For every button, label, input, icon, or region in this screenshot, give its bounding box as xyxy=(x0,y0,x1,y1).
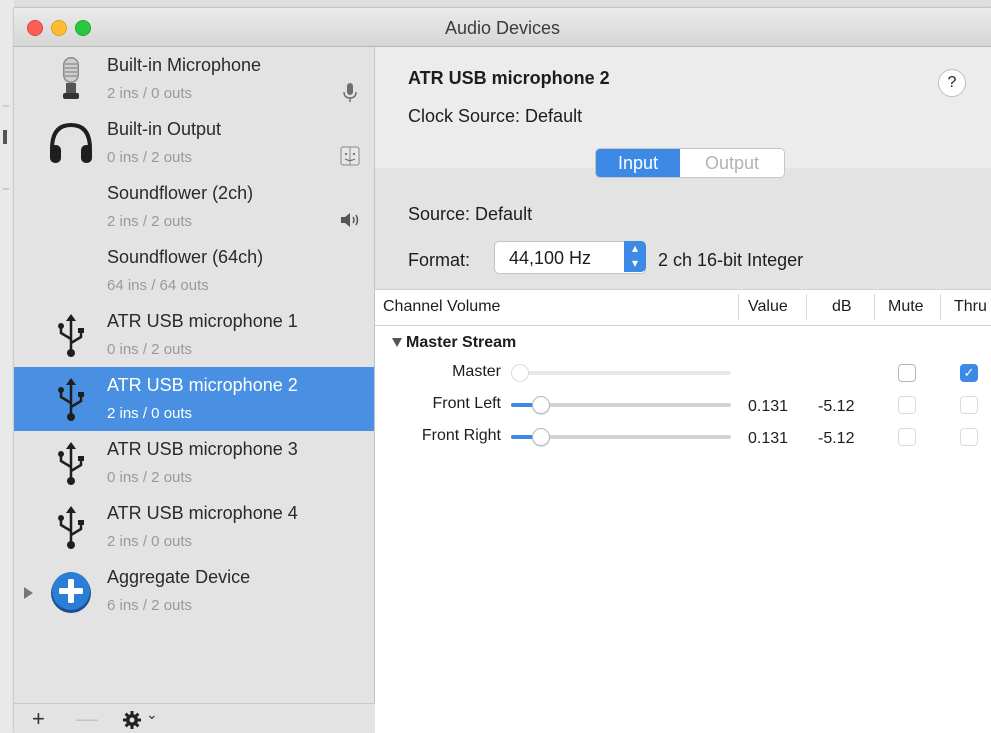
speaker-icon xyxy=(341,213,359,227)
tab-input[interactable]: Input xyxy=(596,149,680,177)
slider-knob[interactable] xyxy=(511,364,529,382)
device-io-count: 0 ins / 2 outs xyxy=(107,149,193,166)
mute-checkbox[interactable] xyxy=(898,428,916,446)
window-title: Audio Devices xyxy=(444,18,561,38)
column-db[interactable]: dB xyxy=(832,298,852,316)
device-io-count: 2 ins / 0 outs xyxy=(107,85,193,102)
background-app-edge xyxy=(0,0,14,733)
slider-knob[interactable] xyxy=(532,396,550,414)
volume-slider[interactable] xyxy=(511,364,731,382)
slider-knob[interactable] xyxy=(532,428,550,446)
input-output-segmented-control: Input Output xyxy=(595,148,785,178)
device-name: ATR USB microphone 2 xyxy=(107,375,298,395)
disclosure-open-icon[interactable] xyxy=(392,338,402,347)
device-item-soundflower-64ch[interactable]: Soundflower (64ch) 64 ins / 64 outs xyxy=(14,239,374,303)
channel-row-master: Master ✓ xyxy=(375,358,991,390)
device-list-sidebar: Built-in Microphone 2 ins / 0 outs Built… xyxy=(14,47,375,703)
device-io-count: 6 ins / 2 outs xyxy=(107,597,193,614)
column-thru[interactable]: Thru xyxy=(954,298,987,316)
device-io-count: 2 ins / 0 outs xyxy=(107,405,193,422)
volume-slider[interactable] xyxy=(511,428,731,446)
finder-icon xyxy=(340,146,360,166)
device-item-atr-usb-microphone-1[interactable]: ATR USB microphone 1 0 ins / 2 outs xyxy=(14,303,374,367)
help-button[interactable]: ? xyxy=(938,69,966,97)
device-name: ATR USB microphone 3 xyxy=(107,439,298,459)
title-bar: Audio Devices xyxy=(14,8,991,47)
mute-checkbox[interactable] xyxy=(898,364,916,382)
device-io-count: 0 ins / 2 outs xyxy=(107,341,193,358)
select-stepper-icon: ▴ ▾ xyxy=(624,241,646,272)
device-io-count: 2 ins / 0 outs xyxy=(107,533,193,550)
headphones-icon xyxy=(50,122,92,163)
mute-checkbox[interactable] xyxy=(898,396,916,414)
microphone-icon xyxy=(63,57,79,99)
channel-db: -5.12 xyxy=(818,398,855,415)
device-name: Built-in Microphone xyxy=(107,55,262,75)
group-label: Master Stream xyxy=(406,334,517,351)
device-item-atr-usb-microphone-2[interactable]: ATR USB microphone 2 2 ins / 0 outs xyxy=(14,367,374,431)
channel-table-header: Channel Volume Value dB Mute Thru xyxy=(375,289,991,326)
channel-label: Front Right xyxy=(421,427,501,444)
channel-row-front-right: Front Right 0.131 -5.12 xyxy=(375,422,991,454)
selected-device-title: ATR USB microphone 2 xyxy=(408,68,610,88)
thru-checkbox[interactable] xyxy=(960,428,978,446)
sidebar-footer-toolbar: + — ⌄ xyxy=(14,703,375,733)
device-item-soundflower-2ch[interactable]: Soundflower (2ch) 2 ins / 2 outs xyxy=(14,175,374,239)
gear-menu-button[interactable]: ⌄ xyxy=(122,706,158,733)
thru-checkbox[interactable] xyxy=(960,396,978,414)
master-stream-group[interactable]: Master Stream xyxy=(375,330,991,356)
channel-db: -5.12 xyxy=(818,430,855,447)
device-detail-pane: ATR USB microphone 2 Clock Source: Defau… xyxy=(375,47,991,733)
device-name: ATR USB microphone 4 xyxy=(107,503,298,523)
channel-value: 0.131 xyxy=(748,398,789,415)
column-channel-volume[interactable]: Channel Volume xyxy=(383,298,500,316)
channel-value: 0.131 xyxy=(748,430,789,447)
usb-icon xyxy=(58,314,84,357)
device-io-count: 0 ins / 2 outs xyxy=(107,469,193,486)
stream-properties: Source: Default Format: 44,100 Hz ▴ ▾ 2 c… xyxy=(375,168,991,289)
disclosure-triangle-icon[interactable] xyxy=(24,587,33,599)
clock-source[interactable]: Clock Source: Default xyxy=(408,106,582,127)
remove-device-button[interactable]: — xyxy=(76,706,98,732)
channel-row-front-left: Front Left 0.131 -5.12 xyxy=(375,390,991,422)
format-select-value: 44,100 Hz xyxy=(509,248,592,268)
device-name: Soundflower (64ch) xyxy=(107,247,264,267)
device-name: Aggregate Device xyxy=(107,567,251,587)
gear-icon xyxy=(123,711,141,729)
add-device-button[interactable]: + xyxy=(32,706,45,732)
device-item-built-in-microphone[interactable]: Built-in Microphone 2 ins / 0 outs xyxy=(14,47,374,111)
source-label[interactable]: Source: Default xyxy=(408,204,532,225)
device-io-count: 2 ins / 2 outs xyxy=(107,213,193,230)
device-item-aggregate-device[interactable]: Aggregate Device 6 ins / 2 outs xyxy=(14,559,374,623)
usb-icon xyxy=(58,378,84,421)
usb-icon xyxy=(58,506,84,549)
channel-label: Master xyxy=(452,363,501,380)
device-item-built-in-output[interactable]: Built-in Output 0 ins / 2 outs xyxy=(14,111,374,175)
thru-checkbox[interactable]: ✓ xyxy=(960,364,978,382)
volume-slider[interactable] xyxy=(511,396,731,414)
device-io-count: 64 ins / 64 outs xyxy=(107,277,209,294)
aggregate-plus-icon xyxy=(51,572,91,613)
column-mute[interactable]: Mute xyxy=(888,298,924,316)
usb-icon xyxy=(58,442,84,485)
chevron-down-icon: ⌄ xyxy=(146,706,158,722)
device-name: Soundflower (2ch) xyxy=(107,183,254,203)
format-description: 2 ch 16-bit Integer xyxy=(658,250,804,270)
audio-devices-window: Audio Devices Built-in Microphone 2 ins … xyxy=(14,8,991,733)
column-value[interactable]: Value xyxy=(748,298,788,316)
device-name: Built-in Output xyxy=(107,119,222,139)
device-name: ATR USB microphone 1 xyxy=(107,311,298,331)
mic-small-icon xyxy=(343,83,357,102)
format-label: Format: xyxy=(408,250,471,270)
tab-output[interactable]: Output xyxy=(680,149,784,177)
format-select[interactable]: 44,100 Hz ▴ ▾ xyxy=(494,241,646,274)
device-item-atr-usb-microphone-3[interactable]: ATR USB microphone 3 0 ins / 2 outs xyxy=(14,431,374,495)
device-item-atr-usb-microphone-4[interactable]: ATR USB microphone 4 2 ins / 0 outs xyxy=(14,495,374,559)
channel-label: Front Left xyxy=(432,395,501,412)
